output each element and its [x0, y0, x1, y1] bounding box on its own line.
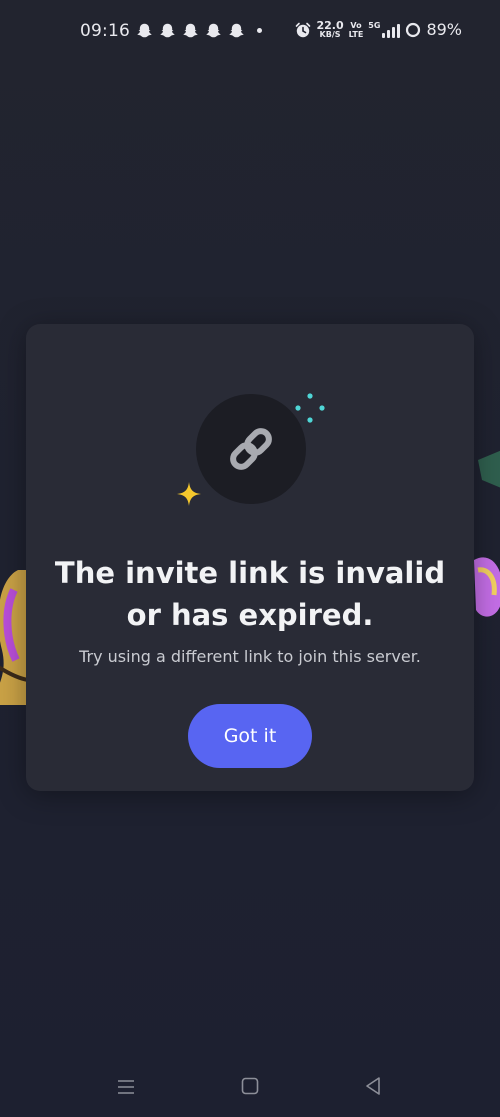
sparkle-dots-icon	[295, 393, 325, 423]
snapchat-icon	[160, 23, 175, 38]
snapchat-icon	[183, 23, 198, 38]
more-notifications-dot	[257, 28, 262, 33]
system-navigation-bar	[0, 1060, 500, 1117]
network-speed-unit: KB/S	[319, 29, 341, 39]
status-time: 09:16	[80, 21, 130, 41]
volte-top: Vo	[350, 20, 362, 30]
back-icon[interactable]	[364, 1076, 382, 1096]
alarm-icon	[296, 22, 311, 37]
network-speed: 22.0 KB/S	[316, 18, 344, 39]
snapchat-icon	[229, 23, 244, 38]
invalid-invite-modal: The invite link is invalid or has expire…	[26, 324, 474, 791]
got-it-button[interactable]: Got it	[188, 704, 312, 768]
home-icon[interactable]	[241, 1077, 259, 1095]
link-icon	[230, 428, 272, 470]
network-speed-value: 22.0	[316, 18, 344, 32]
status-indicators: 22.0 KB/S Vo LTE 5G 89%	[295, 20, 462, 39]
snapchat-icon	[206, 23, 221, 38]
network-type: 5G	[368, 20, 381, 30]
sparkle-icon	[177, 482, 201, 506]
battery-percent: 89%	[426, 20, 462, 39]
volte-indicator: Vo LTE	[349, 21, 364, 39]
background-art-right	[474, 450, 500, 617]
link-icon-badge	[196, 394, 306, 504]
modal-subtitle: Try using a different link to join this …	[79, 647, 421, 666]
modal-title: The invite link is invalid or has expire…	[54, 556, 446, 632]
notification-icons	[136, 22, 262, 39]
status-bar: 09:16 22.0 KB/S Vo LTE 5G 89%	[0, 0, 500, 64]
snapchat-icon	[137, 23, 152, 38]
battery-icon	[406, 22, 421, 37]
volte-bottom: LTE	[348, 29, 364, 39]
menu-icon[interactable]	[117, 1078, 135, 1096]
signal-strength-icon: 5G	[368, 20, 401, 38]
